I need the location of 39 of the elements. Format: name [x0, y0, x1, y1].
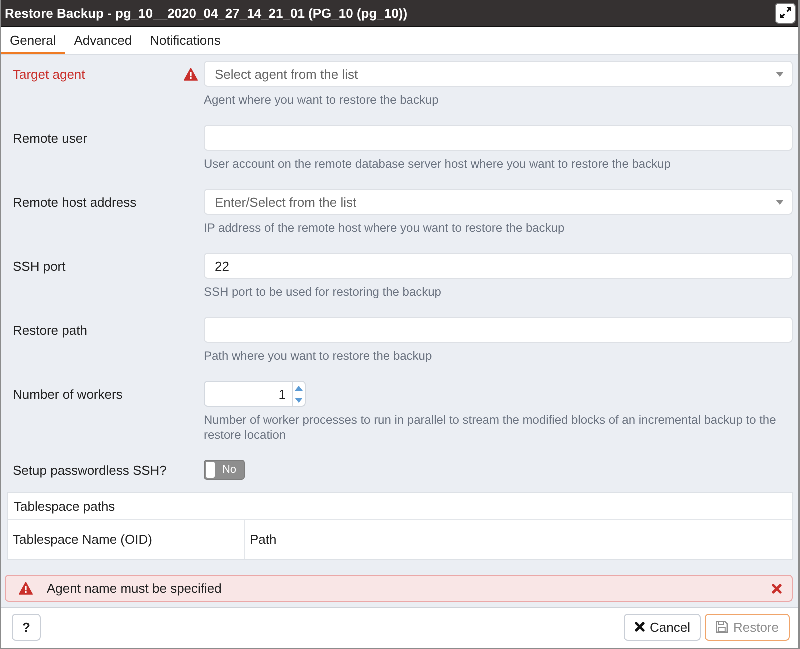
column-header: Tablespace Name (OID) — [8, 520, 245, 559]
help-text: IP address of the remote host where you want to restore the backup — [204, 221, 566, 236]
field-label: Target agent — [13, 66, 86, 82]
panel-title: Tablespace paths — [8, 493, 792, 520]
help-text: Agent where you want to restore the backup — [204, 93, 440, 108]
caret-icon — [776, 200, 784, 205]
tab[interactable]: General — [1, 27, 66, 54]
warning-icon — [19, 582, 33, 595]
field-label: Number of workers — [13, 386, 124, 402]
column-header: Path — [249, 531, 278, 549]
caret-down-icon[interactable] — [295, 398, 303, 402]
select-field[interactable]: Select agent from the list — [204, 61, 793, 87]
field-label: Remote host address — [13, 194, 138, 210]
tab[interactable]: Advanced — [65, 27, 142, 54]
help-text: Path where you want to restore the backup — [204, 349, 434, 364]
window-title: Restore Backup - pg_10__2020_04_27_14_21_01 (PG_10 (pg_10)) — [5, 6, 408, 20]
tab[interactable]: Notifications — [141, 27, 230, 54]
x-icon — [635, 622, 645, 632]
text-field[interactable] — [204, 125, 793, 151]
text-field[interactable] — [204, 317, 793, 343]
maximize-button[interactable] — [775, 2, 796, 24]
alert-message: Agent name must be specified — [47, 581, 223, 596]
close-icon[interactable] — [772, 584, 782, 594]
field-label: Restore path — [13, 322, 88, 338]
caret-icon — [776, 72, 784, 77]
help-button[interactable]: ? — [12, 614, 41, 640]
help-text: Number of worker processes to run in parallel to stream the modified blocks of an incremental backup to the restore location — [204, 413, 778, 443]
caret-up-icon[interactable] — [295, 386, 303, 390]
help-text: User account on the remote database server host where you want to restore the backup — [204, 157, 672, 172]
field-label: Setup passwordless SSH? — [13, 462, 168, 478]
expand-icon — [780, 7, 792, 19]
help-text: SSH port to be used for restoring the backup — [204, 285, 442, 300]
cancel-button[interactable]: Cancel — [624, 614, 702, 640]
text-field[interactable]: 22 — [204, 253, 793, 279]
number-field[interactable]: 1 — [204, 381, 306, 407]
field-label: Remote user — [13, 130, 88, 146]
select-field[interactable]: Enter/Select from the list — [204, 189, 793, 215]
warning-icon — [184, 68, 198, 80]
field-label: SSH port — [13, 258, 67, 274]
